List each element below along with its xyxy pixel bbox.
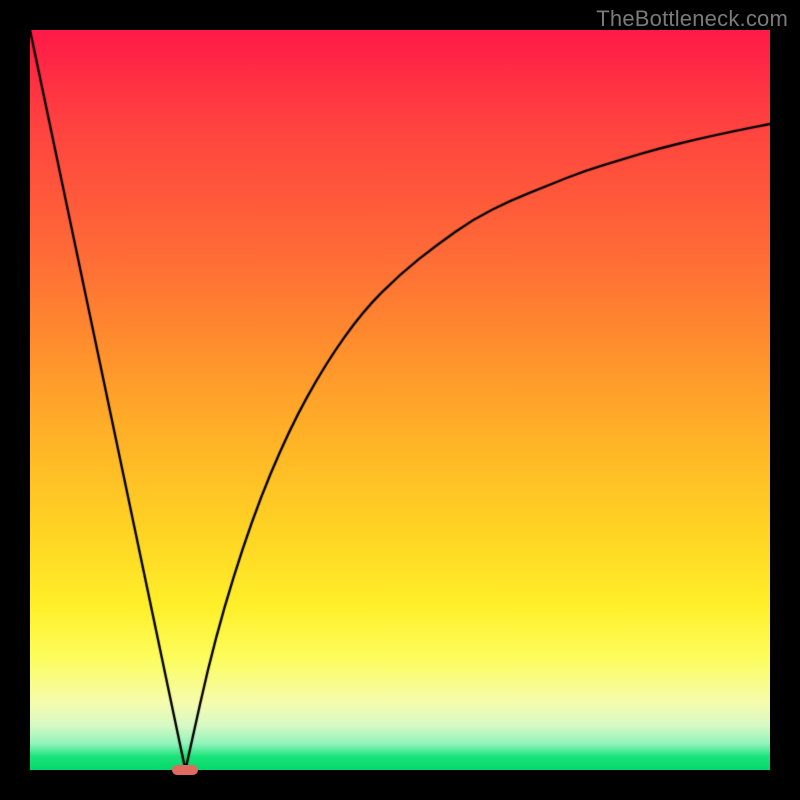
bottleneck-curve xyxy=(30,30,770,770)
minimum-marker xyxy=(172,765,198,775)
watermark-text: TheBottleneck.com xyxy=(596,6,788,32)
chart-frame: TheBottleneck.com xyxy=(0,0,800,800)
plot-area xyxy=(30,30,770,770)
